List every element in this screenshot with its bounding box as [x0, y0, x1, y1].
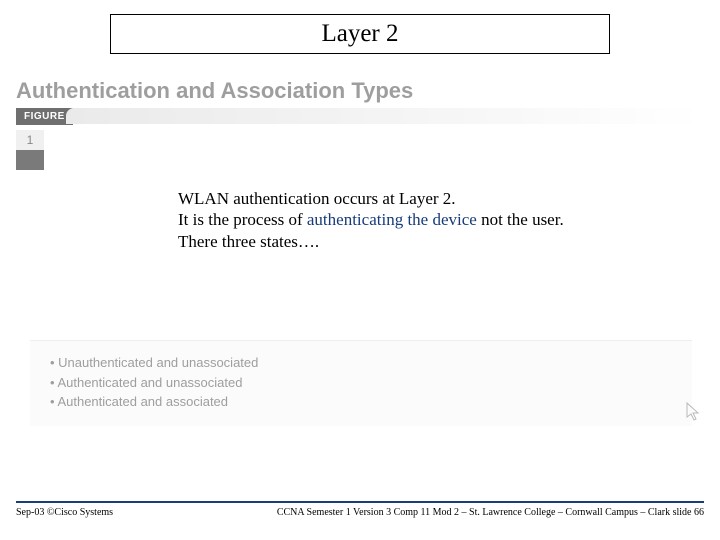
states-list: Unauthenticated and unassociated Authent…: [50, 353, 672, 412]
body-line-2c: not the user.: [477, 210, 564, 229]
slide: Layer 2 Authentication and Association T…: [0, 0, 720, 540]
section-heading: Authentication and Association Types: [16, 78, 413, 104]
body-line-3: There three states….: [178, 232, 319, 251]
body-line-2-accent: authenticating the device: [307, 210, 477, 229]
slide-title: Layer 2: [321, 20, 398, 48]
body-text: WLAN authentication occurs at Layer 2. I…: [178, 188, 618, 252]
footer-left: Sep-03 ©Cisco Systems: [16, 507, 113, 518]
footer-right: CCNA Semester 1 Version 3 Comp 11 Mod 2 …: [277, 507, 704, 518]
figure-badge: FIGURE: [16, 108, 73, 125]
figure-header-bar: [66, 108, 702, 124]
slide-title-box: Layer 2: [110, 14, 610, 54]
figure-number-accent: [16, 150, 44, 170]
body-line-1: WLAN authentication occurs at Layer 2.: [178, 189, 456, 208]
list-item: Unauthenticated and unassociated: [50, 353, 672, 373]
body-line-2a: It is the process of: [178, 210, 307, 229]
states-panel: Unauthenticated and unassociated Authent…: [30, 340, 692, 426]
list-item: Authenticated and associated: [50, 392, 672, 412]
figure-number-stack: 1: [16, 130, 44, 170]
footer: Sep-03 ©Cisco Systems CCNA Semester 1 Ve…: [16, 501, 704, 518]
figure-number: 1: [16, 130, 44, 150]
figure-header-row: FIGURE: [16, 108, 702, 130]
cursor-icon: [686, 402, 700, 422]
list-item: Authenticated and unassociated: [50, 373, 672, 393]
